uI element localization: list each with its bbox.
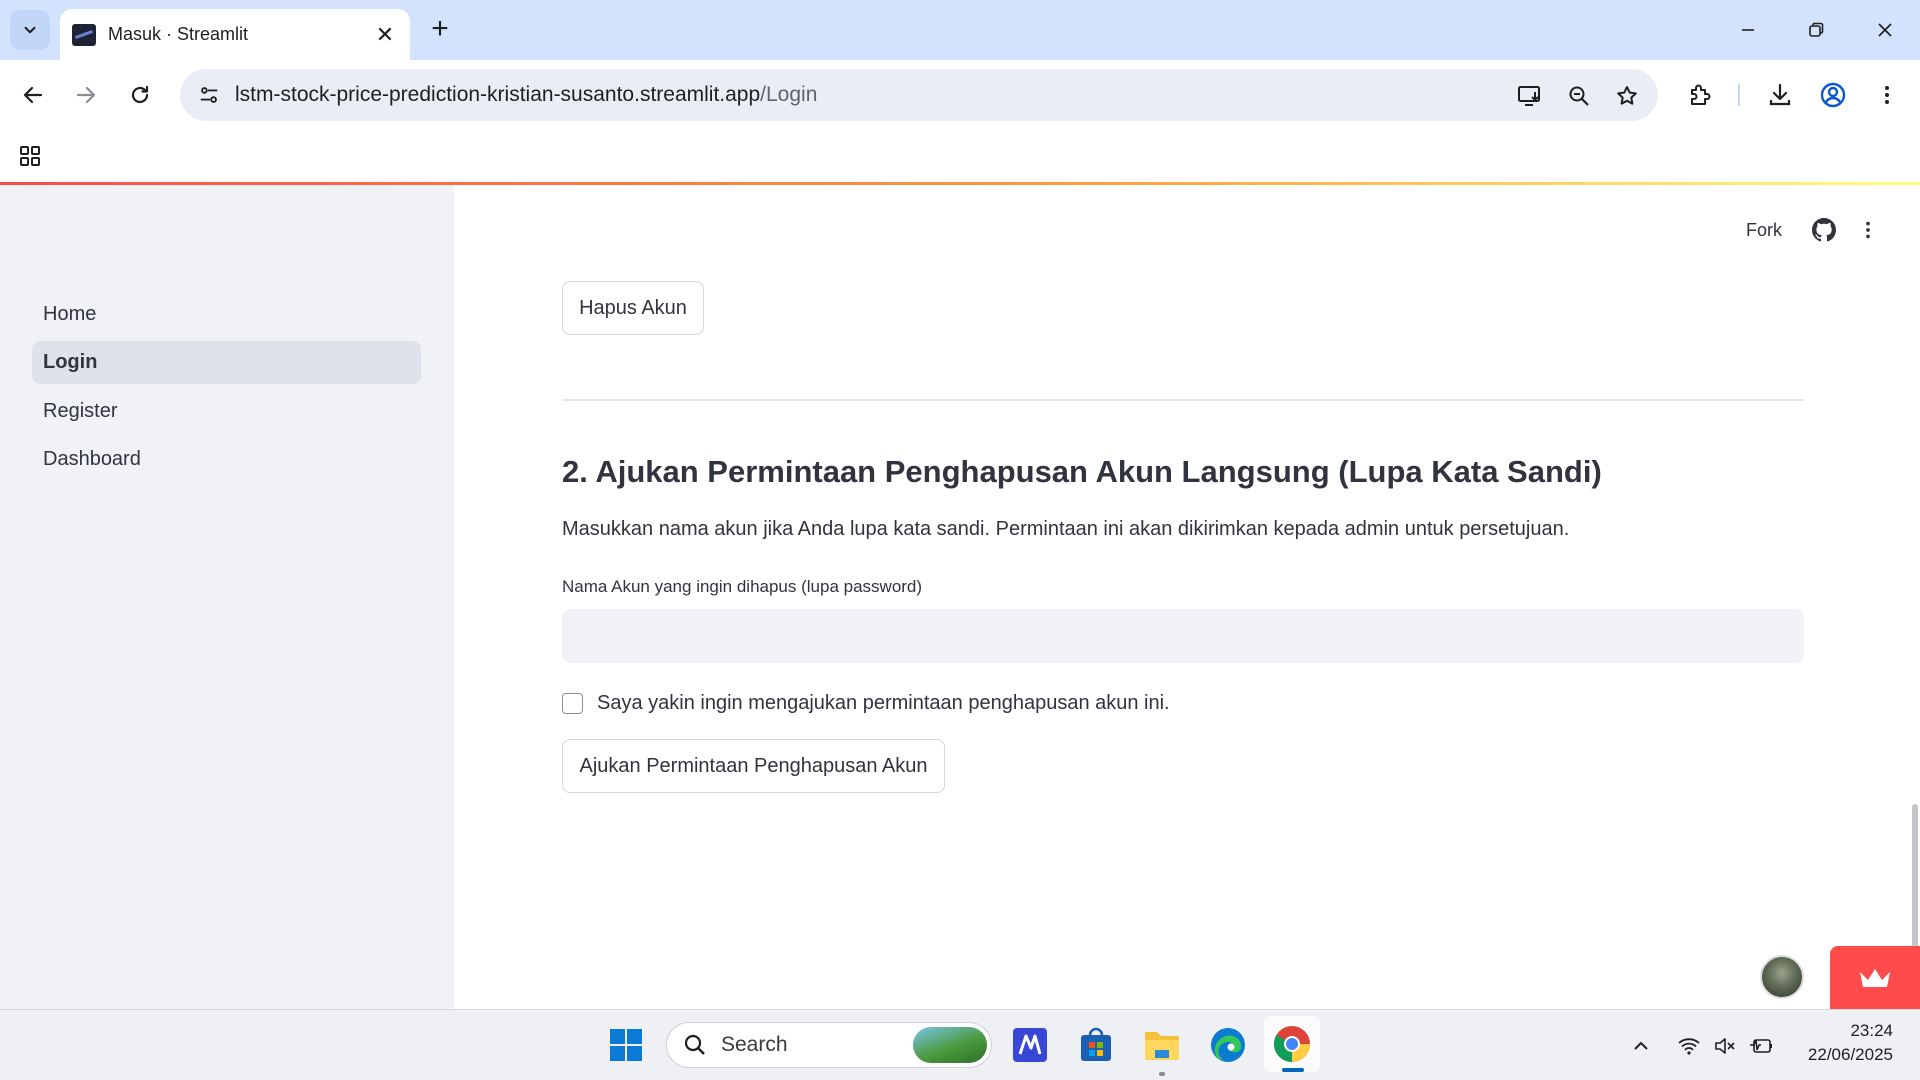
restore-icon (1809, 22, 1824, 37)
more-vertical-icon (1866, 221, 1870, 239)
search-highlight-image (913, 1027, 987, 1063)
profile-icon (1820, 82, 1846, 108)
browser-toolbar: lstm-stock-price-prediction-kristian-sus… (0, 60, 1920, 130)
edge-icon (1211, 1028, 1245, 1062)
taskbar-search[interactable]: Search (666, 1022, 992, 1068)
chrome-active-indicator (1282, 1068, 1304, 1072)
sidebar-item-register[interactable]: Register (32, 390, 421, 433)
minimize-icon (1742, 29, 1754, 31)
file-explorer-running-indicator (1159, 1072, 1165, 1076)
sidebar-item-login[interactable]: Login (32, 341, 421, 384)
windows-taskbar: Search (0, 1009, 1920, 1080)
reload-button[interactable] (119, 74, 161, 116)
account-name-label: Nama Akun yang ingin dihapus (lupa passw… (562, 577, 923, 596)
creator-avatar[interactable] (1760, 955, 1804, 999)
windows-logo-icon (610, 1029, 642, 1061)
streamlit-badge[interactable] (1830, 946, 1920, 1009)
taskbar-search-label: Search (721, 1033, 788, 1056)
toolbar-separator (1738, 84, 1740, 106)
restore-button[interactable] (1788, 10, 1844, 50)
install-app-button[interactable] (1513, 79, 1547, 113)
confirm-checkbox-label[interactable]: Saya yakin ingin mengajukan permintaan p… (597, 692, 1170, 715)
account-name-input[interactable] (562, 609, 1804, 663)
star-icon (1617, 86, 1637, 105)
apps-button[interactable] (14, 140, 46, 172)
forward-button[interactable] (65, 74, 107, 116)
confirm-checkbox-row[interactable]: Saya yakin ingin mengajukan permintaan p… (562, 689, 1170, 717)
app-m-icon (1013, 1028, 1047, 1062)
address-bar[interactable]: lstm-stock-price-prediction-kristian-sus… (180, 69, 1658, 121)
close-window-button[interactable] (1857, 10, 1913, 50)
folder-icon (1145, 1032, 1179, 1060)
profile-button[interactable] (1812, 74, 1854, 116)
crown-icon (1860, 968, 1890, 987)
sidebar-item-label: Home (43, 303, 97, 325)
active-tab[interactable]: Masuk · Streamlit ✕ (60, 9, 410, 60)
reload-icon (131, 85, 149, 104)
submit-deletion-request-button[interactable]: Ajukan Permintaan Penghapusan Akun (562, 739, 945, 793)
chrome-icon (1273, 1026, 1310, 1062)
streamlit-favicon-icon (72, 23, 96, 46)
start-button[interactable] (604, 1023, 648, 1067)
browser-menu-button[interactable] (1866, 74, 1908, 116)
chevron-down-icon (24, 26, 36, 34)
tune-icon (200, 87, 218, 103)
app-menu-button[interactable] (1850, 212, 1886, 248)
url-host: lstm-stock-price-prediction-kristian-sus… (235, 83, 761, 106)
sidebar-item-home[interactable]: Home (32, 293, 421, 336)
github-button[interactable] (1806, 212, 1842, 248)
sidebar-item-dashboard[interactable]: Dashboard (32, 438, 421, 481)
fork-label: Fork (1746, 219, 1782, 240)
streamlit-app: Home Login Register Dashboard Fork Hapus… (0, 182, 1920, 1009)
section-title: 2. Ajukan Permintaan Penghapusan Akun La… (562, 454, 1602, 489)
arrow-left-icon (23, 86, 43, 104)
zoom-button[interactable] (1562, 79, 1596, 113)
confirm-checkbox[interactable] (562, 692, 583, 714)
sidebar-item-label: Dashboard (43, 448, 141, 470)
search-icon (684, 1034, 705, 1055)
install-app-icon (1518, 86, 1540, 106)
browser-tab-bar: Masuk · Streamlit ✕ + (0, 0, 1920, 60)
tab-title: Masuk · Streamlit (108, 24, 249, 44)
bookmarks-bar (0, 130, 1920, 182)
delete-account-button[interactable]: Hapus Akun (562, 281, 704, 335)
site-info-button[interactable] (190, 76, 228, 114)
zoom-out-icon (1569, 86, 1589, 106)
apps-grid-icon (20, 146, 40, 166)
taskbar-app-edge[interactable] (1206, 1023, 1250, 1067)
new-tab-button[interactable]: + (422, 12, 458, 48)
sidebar-item-label: Register (43, 400, 118, 422)
tab-search-button[interactable] (10, 10, 50, 50)
sidebar-item-label: Login (43, 351, 98, 373)
puzzle-icon (1691, 84, 1711, 105)
section-description: Masukkan nama akun jika Anda lupa kata s… (562, 518, 1570, 540)
url-path: /Login (760, 83, 818, 106)
bookmark-button[interactable] (1610, 79, 1644, 113)
taskbar-app-file-explorer[interactable] (1140, 1023, 1184, 1067)
taskbar-app-store[interactable] (1074, 1023, 1118, 1067)
store-icon (1081, 1027, 1111, 1061)
sidebar: Home Login Register Dashboard (0, 185, 454, 1009)
minimize-button[interactable] (1720, 10, 1776, 50)
section-divider (562, 399, 1804, 401)
back-button[interactable] (12, 74, 54, 116)
extensions-button[interactable] (1679, 74, 1721, 116)
download-icon (1769, 83, 1791, 106)
more-vertical-icon (1885, 86, 1889, 104)
tab-close-icon[interactable]: ✕ (372, 22, 398, 48)
url-text: lstm-stock-price-prediction-kristian-sus… (235, 83, 817, 107)
taskbar-app-notes[interactable] (1008, 1023, 1052, 1067)
downloads-button[interactable] (1759, 74, 1801, 116)
fork-button[interactable]: Fork (1746, 212, 1782, 248)
taskbar-app-chrome[interactable] (1270, 1022, 1314, 1066)
arrow-right-icon (76, 86, 96, 104)
github-icon (1812, 218, 1836, 242)
close-icon (1878, 23, 1892, 37)
